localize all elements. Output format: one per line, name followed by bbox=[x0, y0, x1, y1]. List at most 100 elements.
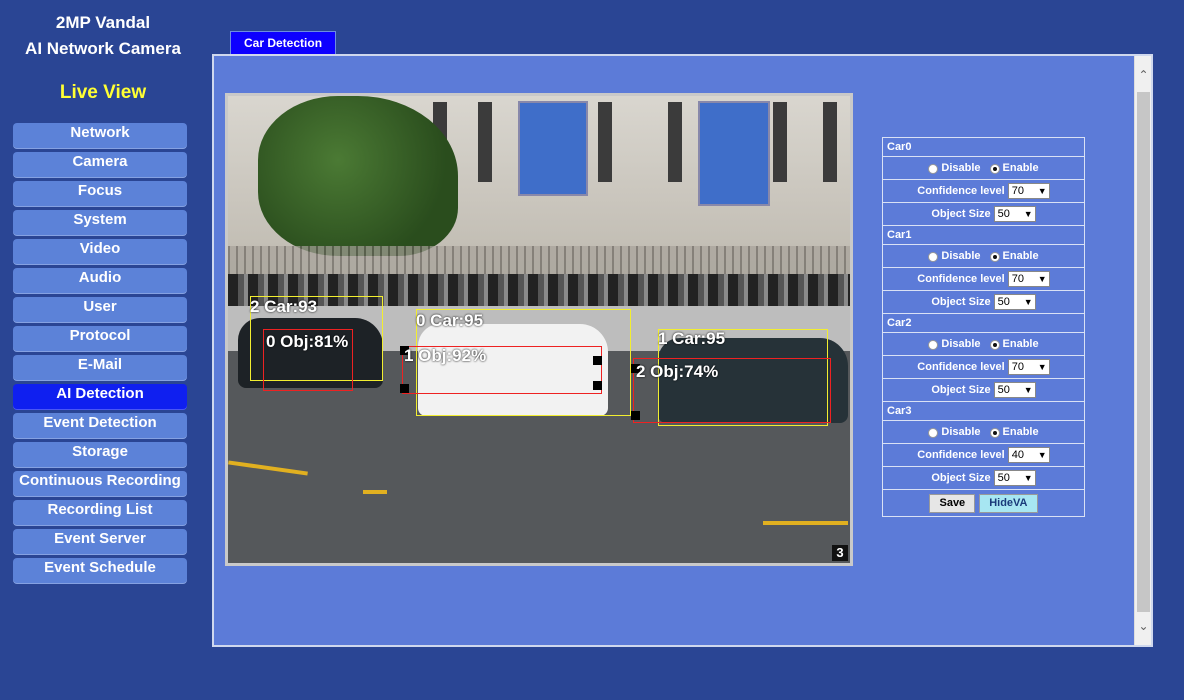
chevron-down-icon: ▼ bbox=[1037, 362, 1047, 372]
sidebar-item-user[interactable]: User bbox=[13, 297, 187, 323]
sidebar-item-audio[interactable]: Audio bbox=[13, 268, 187, 294]
object-size-row: Object Size 50 ▼ bbox=[883, 379, 1084, 402]
chevron-down-icon: ▼ bbox=[1037, 274, 1047, 284]
car-section-title: Car1 bbox=[883, 226, 1084, 245]
enable-label: Enable bbox=[1002, 338, 1039, 350]
disable-radio[interactable] bbox=[928, 252, 939, 262]
detection-label: 1 Obj:92% bbox=[404, 346, 487, 365]
confidence-select[interactable]: 70 ▼ bbox=[1007, 183, 1050, 199]
chevron-down-icon: ▼ bbox=[1023, 385, 1033, 395]
car-detection-settings: Car0 Disable Enable Confidence level 70 … bbox=[882, 137, 1085, 517]
confidence-label: Confidence level bbox=[917, 273, 1005, 285]
sidebar-item-ai-detection[interactable]: AI Detection bbox=[13, 384, 187, 410]
car-mode-row: Disable Enable bbox=[883, 245, 1084, 268]
confidence-row: Confidence level 40 ▼ bbox=[883, 444, 1084, 467]
confidence-row: Confidence level 70 ▼ bbox=[883, 356, 1084, 379]
enable-label: Enable bbox=[1002, 250, 1039, 262]
detection-label: 1 Car:95 bbox=[658, 329, 726, 348]
disable-radio[interactable] bbox=[928, 340, 939, 350]
scroll-thumb[interactable] bbox=[1137, 92, 1150, 612]
car-section-title: Car2 bbox=[883, 314, 1084, 333]
confidence-label: Confidence level bbox=[917, 449, 1005, 461]
camera-number-badge: 3 bbox=[832, 545, 848, 561]
car-mode-row: Disable Enable bbox=[883, 421, 1084, 444]
object-size-select[interactable]: 50 ▼ bbox=[993, 382, 1036, 398]
confidence-row: Confidence level 70 ▼ bbox=[883, 268, 1084, 291]
sidebar-item-event-server[interactable]: Event Server bbox=[13, 529, 187, 555]
vertical-scrollbar[interactable]: ⌃ ⌄ bbox=[1134, 56, 1151, 645]
object-size-row: Object Size 50 ▼ bbox=[883, 467, 1084, 490]
object-size-value: 50 bbox=[997, 472, 1010, 484]
sidebar-nav: Network Camera Focus System Video Audio User Pr… bbox=[13, 123, 187, 587]
sidebar-item-e-mail[interactable]: E-Mail bbox=[13, 355, 187, 381]
chevron-down-icon: ▼ bbox=[1023, 297, 1033, 307]
sidebar-item-event-schedule[interactable]: Event Schedule bbox=[13, 558, 187, 584]
object-size-select[interactable]: 50 ▼ bbox=[993, 206, 1036, 222]
disable-label: Disable bbox=[941, 338, 981, 350]
object-size-label: Object Size bbox=[931, 384, 991, 396]
confidence-select[interactable]: 70 ▼ bbox=[1007, 271, 1050, 287]
confidence-label: Confidence level bbox=[917, 185, 1005, 197]
hide-va-button[interactable]: HideVA bbox=[979, 493, 1038, 513]
scroll-up-icon[interactable]: ⌃ bbox=[1135, 60, 1152, 90]
object-size-value: 50 bbox=[997, 296, 1010, 308]
detection-label: 0 Obj:81% bbox=[266, 332, 349, 351]
car-section-title: Car0 bbox=[883, 138, 1084, 157]
object-size-row: Object Size 50 ▼ bbox=[883, 291, 1084, 314]
sidebar-item-event-detection[interactable]: Event Detection bbox=[13, 413, 187, 439]
detection-label: 2 Car:93 bbox=[250, 297, 318, 316]
detection-label: 0 Car:95 bbox=[416, 311, 484, 330]
confidence-value: 70 bbox=[1011, 185, 1024, 197]
enable-label: Enable bbox=[1002, 426, 1039, 438]
disable-radio[interactable] bbox=[928, 164, 939, 174]
object-size-label: Object Size bbox=[931, 296, 991, 308]
sidebar-item-system[interactable]: System bbox=[13, 210, 187, 236]
disable-label: Disable bbox=[941, 426, 981, 438]
object-size-row: Object Size 50 ▼ bbox=[883, 203, 1084, 226]
scroll-down-icon[interactable]: ⌄ bbox=[1135, 611, 1152, 641]
chevron-down-icon: ▼ bbox=[1023, 473, 1033, 483]
chevron-down-icon: ▼ bbox=[1023, 209, 1033, 219]
chevron-down-icon: ▼ bbox=[1037, 186, 1047, 196]
sidebar-item-video[interactable]: Video bbox=[13, 239, 187, 265]
sidebar-item-storage[interactable]: Storage bbox=[13, 442, 187, 468]
object-size-label: Object Size bbox=[931, 208, 991, 220]
sidebar-item-focus[interactable]: Focus bbox=[13, 181, 187, 207]
disable-label: Disable bbox=[941, 162, 981, 174]
save-button[interactable]: Save bbox=[929, 493, 976, 513]
tab-car-detection[interactable]: Car Detection bbox=[230, 31, 337, 54]
action-row: Save HideVA bbox=[883, 490, 1084, 516]
car-section-title: Car3 bbox=[883, 402, 1084, 421]
enable-radio[interactable] bbox=[989, 340, 1000, 350]
object-size-select[interactable]: 50 ▼ bbox=[993, 294, 1036, 310]
sidebar-item-network[interactable]: Network bbox=[13, 123, 187, 149]
brand-title: 2MP Vandal AI Network Camera bbox=[0, 10, 206, 62]
live-video[interactable]: 2 Car:93 0 Obj:81% 0 Car:95 1 Obj:92% 1 … bbox=[225, 93, 853, 566]
brand-line1: 2MP Vandal bbox=[55, 13, 151, 32]
confidence-value: 40 bbox=[1011, 449, 1024, 461]
confidence-select[interactable]: 40 ▼ bbox=[1007, 447, 1050, 463]
sidebar-item-recording-list[interactable]: Recording List bbox=[13, 500, 187, 526]
live-view-link[interactable]: Live View bbox=[0, 82, 206, 104]
confidence-select[interactable]: 70 ▼ bbox=[1007, 359, 1050, 375]
confidence-value: 70 bbox=[1011, 361, 1024, 373]
enable-radio[interactable] bbox=[989, 428, 1000, 438]
object-size-value: 50 bbox=[997, 384, 1010, 396]
sidebar-item-continuous-recording[interactable]: Continuous Recording bbox=[13, 471, 187, 497]
confidence-value: 70 bbox=[1011, 273, 1024, 285]
confidence-row: Confidence level 70 ▼ bbox=[883, 180, 1084, 203]
disable-radio[interactable] bbox=[928, 428, 939, 438]
sidebar-item-protocol[interactable]: Protocol bbox=[13, 326, 187, 352]
enable-label: Enable bbox=[1002, 162, 1039, 174]
sidebar-item-camera[interactable]: Camera bbox=[13, 152, 187, 178]
confidence-label: Confidence level bbox=[917, 361, 1005, 373]
car-mode-row: Disable Enable bbox=[883, 333, 1084, 356]
chevron-down-icon: ▼ bbox=[1037, 450, 1047, 460]
object-size-value: 50 bbox=[997, 208, 1010, 220]
object-size-label: Object Size bbox=[931, 472, 991, 484]
enable-radio[interactable] bbox=[989, 164, 1000, 174]
car-mode-row: Disable Enable bbox=[883, 157, 1084, 180]
enable-radio[interactable] bbox=[989, 252, 1000, 262]
detection-label: 2 Obj:74% bbox=[636, 362, 719, 381]
object-size-select[interactable]: 50 ▼ bbox=[993, 470, 1036, 486]
